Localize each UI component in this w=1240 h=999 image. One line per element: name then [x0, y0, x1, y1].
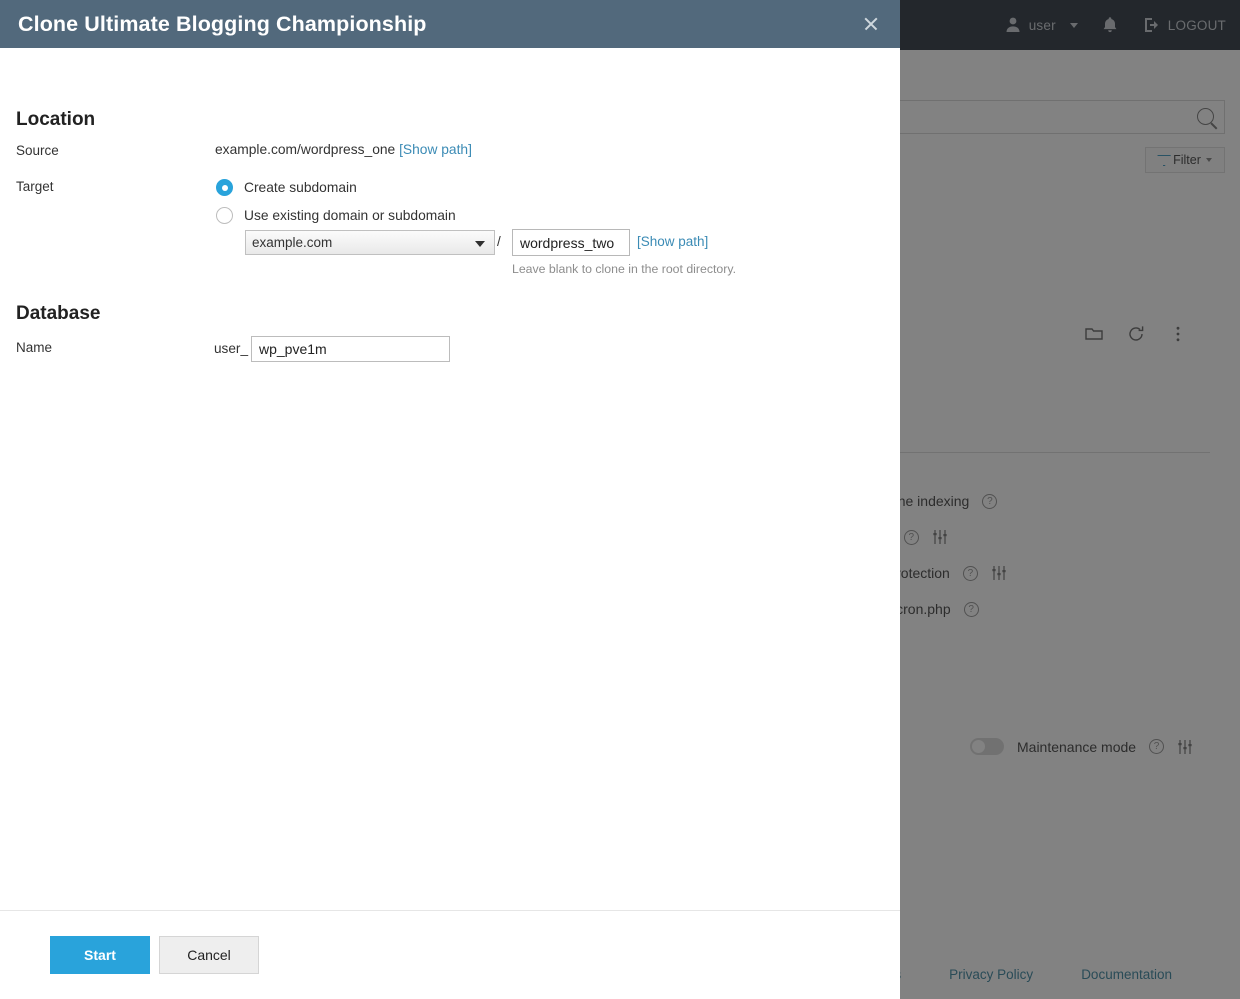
- clone-dialog: Clone Ultimate Blogging Championship Loc…: [0, 0, 900, 999]
- target-label: Target: [16, 179, 54, 194]
- dialog-body: Location Source example.com/wordpress_on…: [0, 48, 900, 910]
- close-icon[interactable]: [856, 9, 886, 39]
- database-name-input[interactable]: wp_pve1m: [251, 336, 450, 362]
- domain-select-value: example.com: [252, 235, 332, 250]
- cancel-button[interactable]: Cancel: [159, 936, 259, 974]
- target-path-input[interactable]: wordpress_two: [512, 229, 630, 256]
- radio-button-icon[interactable]: [216, 207, 233, 224]
- target-path-hint: Leave blank to clone in the root directo…: [512, 262, 736, 276]
- location-section-heading: Location: [16, 109, 95, 131]
- source-value-group: example.com/wordpress_one [Show path]: [215, 142, 472, 157]
- dialog-title: Clone Ultimate Blogging Championship: [18, 12, 856, 37]
- radio-create-subdomain-label: Create subdomain: [244, 180, 357, 195]
- radio-button-icon[interactable]: [216, 179, 233, 196]
- target-show-path-link[interactable]: [Show path]: [637, 234, 708, 249]
- chevron-down-icon: [475, 241, 485, 247]
- source-label: Source: [16, 143, 59, 158]
- radio-use-existing-domain[interactable]: Use existing domain or subdomain: [216, 207, 456, 224]
- source-show-path-link[interactable]: [Show path]: [399, 142, 472, 157]
- target-path-value: wordpress_two: [520, 235, 614, 251]
- domain-select[interactable]: example.com: [245, 230, 495, 255]
- database-name-value: wp_pve1m: [259, 341, 327, 357]
- radio-create-subdomain[interactable]: Create subdomain: [216, 179, 357, 196]
- path-separator: /: [497, 234, 501, 249]
- database-name-prefix: user_: [214, 341, 248, 356]
- dialog-titlebar: Clone Ultimate Blogging Championship: [0, 0, 900, 48]
- start-button[interactable]: Start: [50, 936, 150, 974]
- dialog-footer: Start Cancel: [0, 910, 900, 999]
- radio-use-existing-label: Use existing domain or subdomain: [244, 208, 456, 223]
- database-name-label: Name: [16, 340, 52, 355]
- source-value: example.com/wordpress_one: [215, 142, 395, 157]
- database-section-heading: Database: [16, 303, 101, 325]
